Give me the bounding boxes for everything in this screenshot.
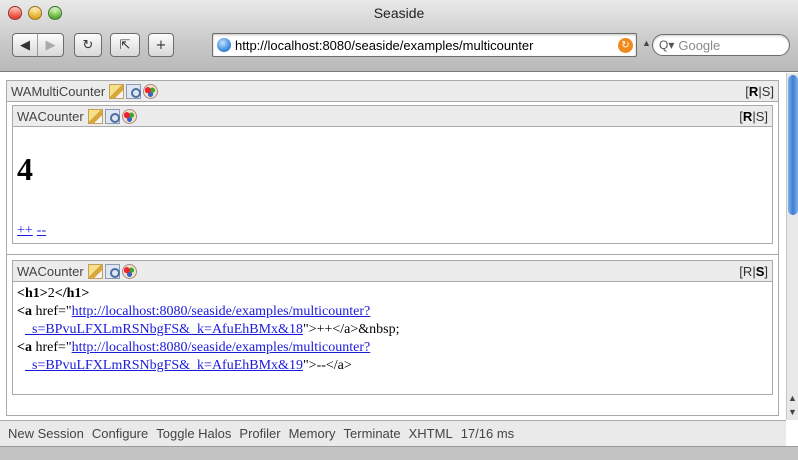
source-tail-2: ">--</a> <box>302 358 352 373</box>
multicounter-halo-header: WAMultiCounter [R|S] <box>7 81 778 102</box>
inspector-icon[interactable] <box>104 108 120 124</box>
search-placeholder: Google <box>678 37 721 53</box>
tag-h1-close: </h1> <box>54 286 90 301</box>
window-bottom-bar <box>0 446 798 460</box>
scrollbar-thumb[interactable] <box>788 75 798 215</box>
counter-halo-header-1: WACounter [R|S] <box>13 106 772 127</box>
render-mode-link[interactable]: R <box>743 264 752 279</box>
decrement-link[interactable]: -- <box>37 223 46 238</box>
xhtml-link[interactable]: XHTML <box>409 426 453 441</box>
source-href-link-1b[interactable]: _s=BPvuLFXLmRSNbgFS&_k=AfuEhBMx&18 <box>25 322 303 337</box>
scroll-up-arrow-icon[interactable]: ▲ <box>788 393 797 403</box>
counter-value: 4 <box>17 151 33 187</box>
source-href-link-2b[interactable]: _s=BPvuLFXLmRSNbgFS&_k=AfuEhBMx&19 <box>25 358 303 373</box>
back-button[interactable]: ◀ <box>12 33 38 57</box>
window-title: Seaside <box>373 5 425 21</box>
configure-link[interactable]: Configure <box>92 426 148 441</box>
edit-pencil-icon[interactable] <box>87 108 103 124</box>
globe-icon <box>217 38 231 52</box>
render-mode-link[interactable]: R <box>743 109 752 124</box>
seaside-dev-toolbar: New Session Configure Toggle Halos Profi… <box>0 420 786 446</box>
source-href-link-1a[interactable]: http://localhost:8080/seaside/examples/m… <box>72 304 371 319</box>
render-source-toggle: [R|S] <box>739 108 768 124</box>
render-source-toggle: [R|S] <box>739 263 768 279</box>
source-line-link2: <a href="http://localhost:8080/seaside/e… <box>17 339 768 357</box>
render-time: 17/16 ms <box>460 426 515 441</box>
source-tail-1: ">++</a>&nbsp; <box>302 322 400 337</box>
source-line-link1: <a href="http://localhost:8080/seaside/e… <box>17 303 768 321</box>
source-line-link2-cont: _s=BPvuLFXLmRSNbgFS&_k=AfuEhBMx&19">--</… <box>17 357 768 375</box>
href-attr: href=" <box>31 304 72 319</box>
tag-a-open: <a <box>17 304 32 319</box>
component-name: WACounter <box>17 108 84 124</box>
nav-buttons: ◀ ▶ <box>12 33 64 57</box>
href-attr: href=" <box>31 340 72 355</box>
counter-links: ++ -- <box>17 223 50 239</box>
address-bar[interactable]: http://localhost:8080/seaside/examples/m… <box>212 33 637 57</box>
add-bookmark-button[interactable]: + <box>148 33 174 57</box>
counter-halo-2: WACounter [R|S] <h1>2</h1> <a href="http… <box>12 260 773 395</box>
scroll-down-arrow-icon[interactable]: ▼ <box>788 407 797 417</box>
style-palette-icon[interactable] <box>121 263 137 279</box>
browser-window: Seaside ◀ ▶ ↻ ⇱ + http://localhost:8080/… <box>0 0 798 460</box>
render-source-toggle: [R|S] <box>745 83 774 99</box>
source-view: <h1>2</h1> <a href="http://localhost:808… <box>13 282 772 378</box>
component-name: WAMultiCounter <box>11 83 106 99</box>
reload-button[interactable]: ↻ <box>74 33 102 57</box>
toggle-halos-link[interactable]: Toggle Halos <box>156 426 231 441</box>
title-bar: Seaside ◀ ▶ ↻ ⇱ + http://localhost:8080/… <box>0 0 798 72</box>
source-line-link1-cont: _s=BPvuLFXLmRSNbgFS&_k=AfuEhBMx&18">++</… <box>17 321 768 339</box>
style-palette-icon[interactable] <box>121 108 137 124</box>
vertical-scrollbar[interactable]: ▲ ▼ <box>786 73 798 420</box>
forward-button[interactable]: ▶ <box>38 33 64 57</box>
source-mode-link[interactable]: S <box>756 109 765 124</box>
search-menu-arrow-icon[interactable]: ▲ <box>642 38 651 48</box>
counter-halo-1: WACounter [R|S] 4 ++ -- <box>12 105 773 244</box>
source-mode-link[interactable]: S <box>756 264 765 279</box>
style-palette-icon[interactable] <box>143 83 159 99</box>
multicounter-halo: WAMultiCounter [R|S] WACounter [R|S] 4 +… <box>6 80 779 416</box>
edit-pencil-icon[interactable] <box>109 83 125 99</box>
search-icon: Q▾ <box>659 38 675 52</box>
terminate-link[interactable]: Terminate <box>344 426 401 441</box>
rss-icon[interactable]: ↻ <box>618 37 633 53</box>
edit-pencil-icon[interactable] <box>87 263 103 279</box>
render-mode-link[interactable]: R <box>749 84 758 99</box>
inspector-icon[interactable] <box>104 263 120 279</box>
counter-body: 4 ++ -- <box>13 127 772 243</box>
counter-halo-header-2: WACounter [R|S] <box>13 261 772 282</box>
divider <box>7 254 778 255</box>
source-line-h1: <h1>2</h1> <box>17 285 768 303</box>
browser-toolbar: ◀ ▶ ↻ ⇱ + http://localhost:8080/seaside/… <box>12 32 790 58</box>
search-field[interactable]: Q▾ Google <box>652 34 790 56</box>
page-content: WAMultiCounter [R|S] WACounter [R|S] 4 +… <box>0 73 786 420</box>
source-mode-link[interactable]: S <box>762 84 771 99</box>
tag-a-open: <a <box>17 340 32 355</box>
tag-h1-open: <h1> <box>17 286 48 301</box>
url-text[interactable]: http://localhost:8080/seaside/examples/m… <box>235 38 618 53</box>
source-href-link-2a[interactable]: http://localhost:8080/seaside/examples/m… <box>72 340 371 355</box>
inspector-icon[interactable] <box>126 83 142 99</box>
snapback-button[interactable]: ⇱ <box>110 33 140 57</box>
profiler-link[interactable]: Profiler <box>239 426 280 441</box>
h1-value: 2 <box>47 286 55 301</box>
increment-link[interactable]: ++ <box>17 223 33 238</box>
memory-link[interactable]: Memory <box>289 426 336 441</box>
new-session-link[interactable]: New Session <box>8 426 84 441</box>
component-name: WACounter <box>17 263 84 279</box>
